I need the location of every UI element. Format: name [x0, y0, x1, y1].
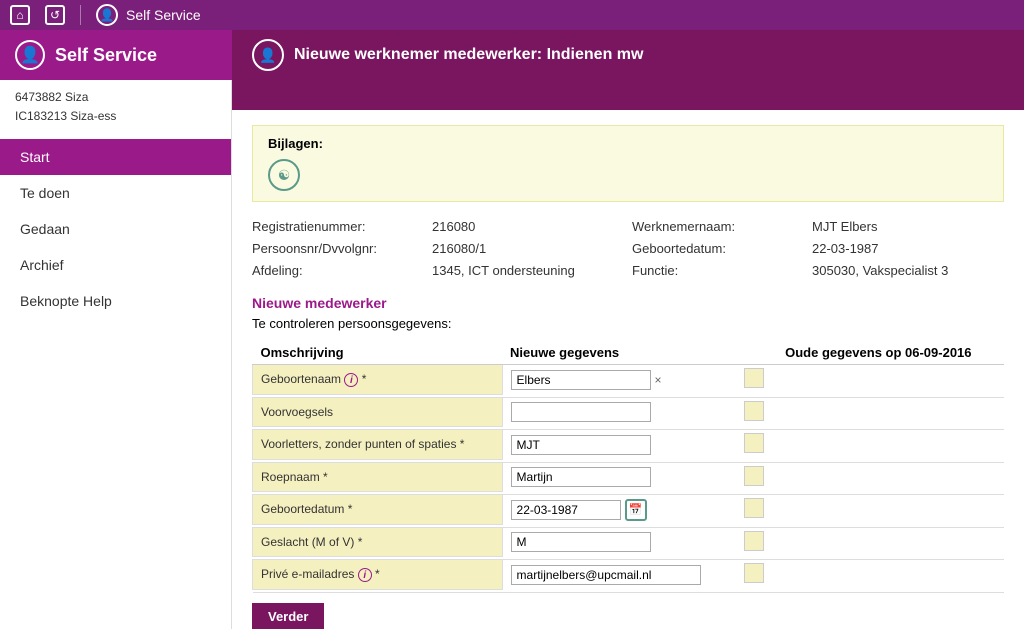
section-title: Nieuwe medewerker	[252, 295, 1004, 311]
col-header-oude: Oude gegevens op 06-09-2016	[777, 341, 1004, 365]
info-icon-geboortenaam: i	[344, 373, 358, 387]
top-bar-divider	[80, 5, 81, 25]
header-title-area: 👤 Nieuwe werknemer medewerker: Indienen …	[232, 30, 1024, 80]
user-line2: IC183213 Siza-ess	[15, 107, 216, 126]
old-val-box-email	[744, 563, 764, 583]
col-header-omschrijving: Omschrijving	[253, 341, 503, 365]
old-val-box-voorletters	[744, 433, 764, 453]
geslacht-input[interactable]	[511, 532, 651, 552]
voorletters-input[interactable]	[511, 435, 651, 455]
content-area: Bijlagen: ☯ Registratienummer: 216080 We…	[232, 110, 1024, 629]
werknemer-value: MJT Elbers	[812, 217, 1004, 236]
field-input-cell-geslacht	[502, 527, 736, 557]
field-label-voorvoegsels: Voorvoegsels	[253, 397, 503, 427]
field-label-voorletters: Voorletters, zonder punten of spaties *	[253, 430, 503, 460]
sidebar-user: 6473882 Siza IC183213 Siza-ess	[0, 80, 231, 134]
brand-icon: 👤	[15, 40, 45, 70]
refresh-icon[interactable]: ↺	[45, 5, 65, 25]
geboortenaam-input-wrapper: ×	[511, 370, 729, 390]
field-input-cell-geboortedatum: 📅	[502, 495, 736, 525]
header: 👤 Self Service 👤 Nieuwe werknemer medewe…	[0, 30, 1024, 80]
persoon-value: 216080/1	[432, 239, 632, 258]
old-val-box-geboortedatum	[744, 498, 764, 518]
afdeling-label: Afdeling:	[252, 261, 432, 280]
col-header-leeg	[736, 341, 777, 365]
sidebar-nav: Start Te doen Gedaan Archief Beknopte He…	[0, 139, 231, 319]
geboortedatum-input[interactable]	[511, 500, 621, 520]
email-input[interactable]	[511, 565, 701, 585]
roepnaam-input[interactable]	[511, 467, 651, 487]
field-label-email: Privé e-mailadres i *	[253, 560, 503, 590]
field-input-cell-geboortenaam: ×	[502, 365, 736, 395]
calendar-icon[interactable]: 📅	[625, 499, 647, 521]
geboortenaam-input[interactable]	[511, 370, 651, 390]
top-user-icon: 👤	[96, 4, 118, 26]
old-val-box-geboortenaam	[744, 368, 764, 388]
geboortedatum-label: Geboortedatum:	[632, 239, 812, 258]
field-input-cell-email	[502, 560, 736, 590]
sidebar-item-archief[interactable]: Archief	[0, 247, 231, 283]
functie-label: Functie:	[632, 261, 812, 280]
geboortenaam-clear-btn[interactable]: ×	[655, 373, 662, 387]
field-label-geboortedatum-field: Geboortedatum *	[253, 495, 503, 525]
field-label-geslacht: Geslacht (M of V) *	[253, 527, 503, 557]
table-row: Privé e-mailadres i *	[253, 560, 1005, 590]
user-line1: 6473882 Siza	[15, 88, 216, 107]
brand-title: Self Service	[55, 45, 157, 66]
verder-button[interactable]: Verder	[252, 603, 324, 629]
title-icon: 👤	[252, 39, 284, 71]
field-input-cell-voorletters	[502, 430, 736, 460]
geboortedatum-value: 22-03-1987	[812, 239, 1004, 258]
home-icon[interactable]: ⌂	[10, 5, 30, 25]
table-row: Geslacht (M of V) *	[253, 527, 1005, 557]
col-header-nieuwe: Nieuwe gegevens	[502, 341, 736, 365]
functie-value: 305030, Vakspecialist 3	[812, 261, 1004, 280]
sidebar-item-beknopte-help[interactable]: Beknopte Help	[0, 283, 231, 319]
field-label-roepnaam: Roepnaam *	[253, 462, 503, 492]
reg-label: Registratienummer:	[252, 217, 432, 236]
old-val-box-geslacht	[744, 531, 764, 551]
bijlagen-icon[interactable]: ☯	[268, 159, 300, 191]
reg-value: 216080	[432, 217, 632, 236]
form-table: Omschrijving Nieuwe gegevens Oude gegeve…	[252, 341, 1004, 593]
purple-bar	[232, 80, 1024, 110]
sidebar-item-te-doen[interactable]: Te doen	[0, 175, 231, 211]
voorvoegsels-input[interactable]	[511, 402, 651, 422]
top-bar: ⌂ ↺ 👤 Self Service	[0, 0, 1024, 30]
bijlagen-section: Bijlagen: ☯	[252, 125, 1004, 202]
field-input-cell-roepnaam	[502, 462, 736, 492]
info-icon-email: i	[358, 568, 372, 582]
old-val-box-roepnaam	[744, 466, 764, 486]
old-val-box-voorvoegsels	[744, 401, 764, 421]
bijlagen-title: Bijlagen:	[268, 136, 988, 151]
sidebar: 6473882 Siza IC183213 Siza-ess Start Te …	[0, 80, 232, 629]
main-layout: 6473882 Siza IC183213 Siza-ess Start Te …	[0, 80, 1024, 629]
table-row-divider	[253, 589, 1005, 592]
table-row: Geboortenaam i * ×	[253, 365, 1005, 395]
header-brand: 👤 Self Service	[0, 30, 232, 80]
info-grid: Registratienummer: 216080 Werknemernaam:…	[252, 217, 1004, 280]
table-row: Voorletters, zonder punten of spaties *	[253, 430, 1005, 460]
top-brand-label: Self Service	[126, 7, 201, 23]
persoon-label: Persoonsnr/Dvvolgnr:	[252, 239, 432, 258]
sidebar-item-start[interactable]: Start	[0, 139, 231, 175]
table-row: Roepnaam *	[253, 462, 1005, 492]
field-input-cell-voorvoegsels	[502, 397, 736, 427]
main-content: Bijlagen: ☯ Registratienummer: 216080 We…	[232, 80, 1024, 629]
field-label-geboortenaam: Geboortenaam i *	[253, 365, 503, 395]
table-row: Voorvoegsels	[253, 397, 1005, 427]
werknemer-label: Werknemernaam:	[632, 217, 812, 236]
sidebar-item-gedaan[interactable]: Gedaan	[0, 211, 231, 247]
page-title: Nieuwe werknemer medewerker: Indienen mw	[294, 46, 643, 64]
table-row: Geboortedatum * 📅	[253, 495, 1005, 525]
section-subtitle: Te controleren persoonsgegevens:	[252, 316, 1004, 331]
afdeling-value: 1345, ICT ondersteuning	[432, 261, 632, 280]
